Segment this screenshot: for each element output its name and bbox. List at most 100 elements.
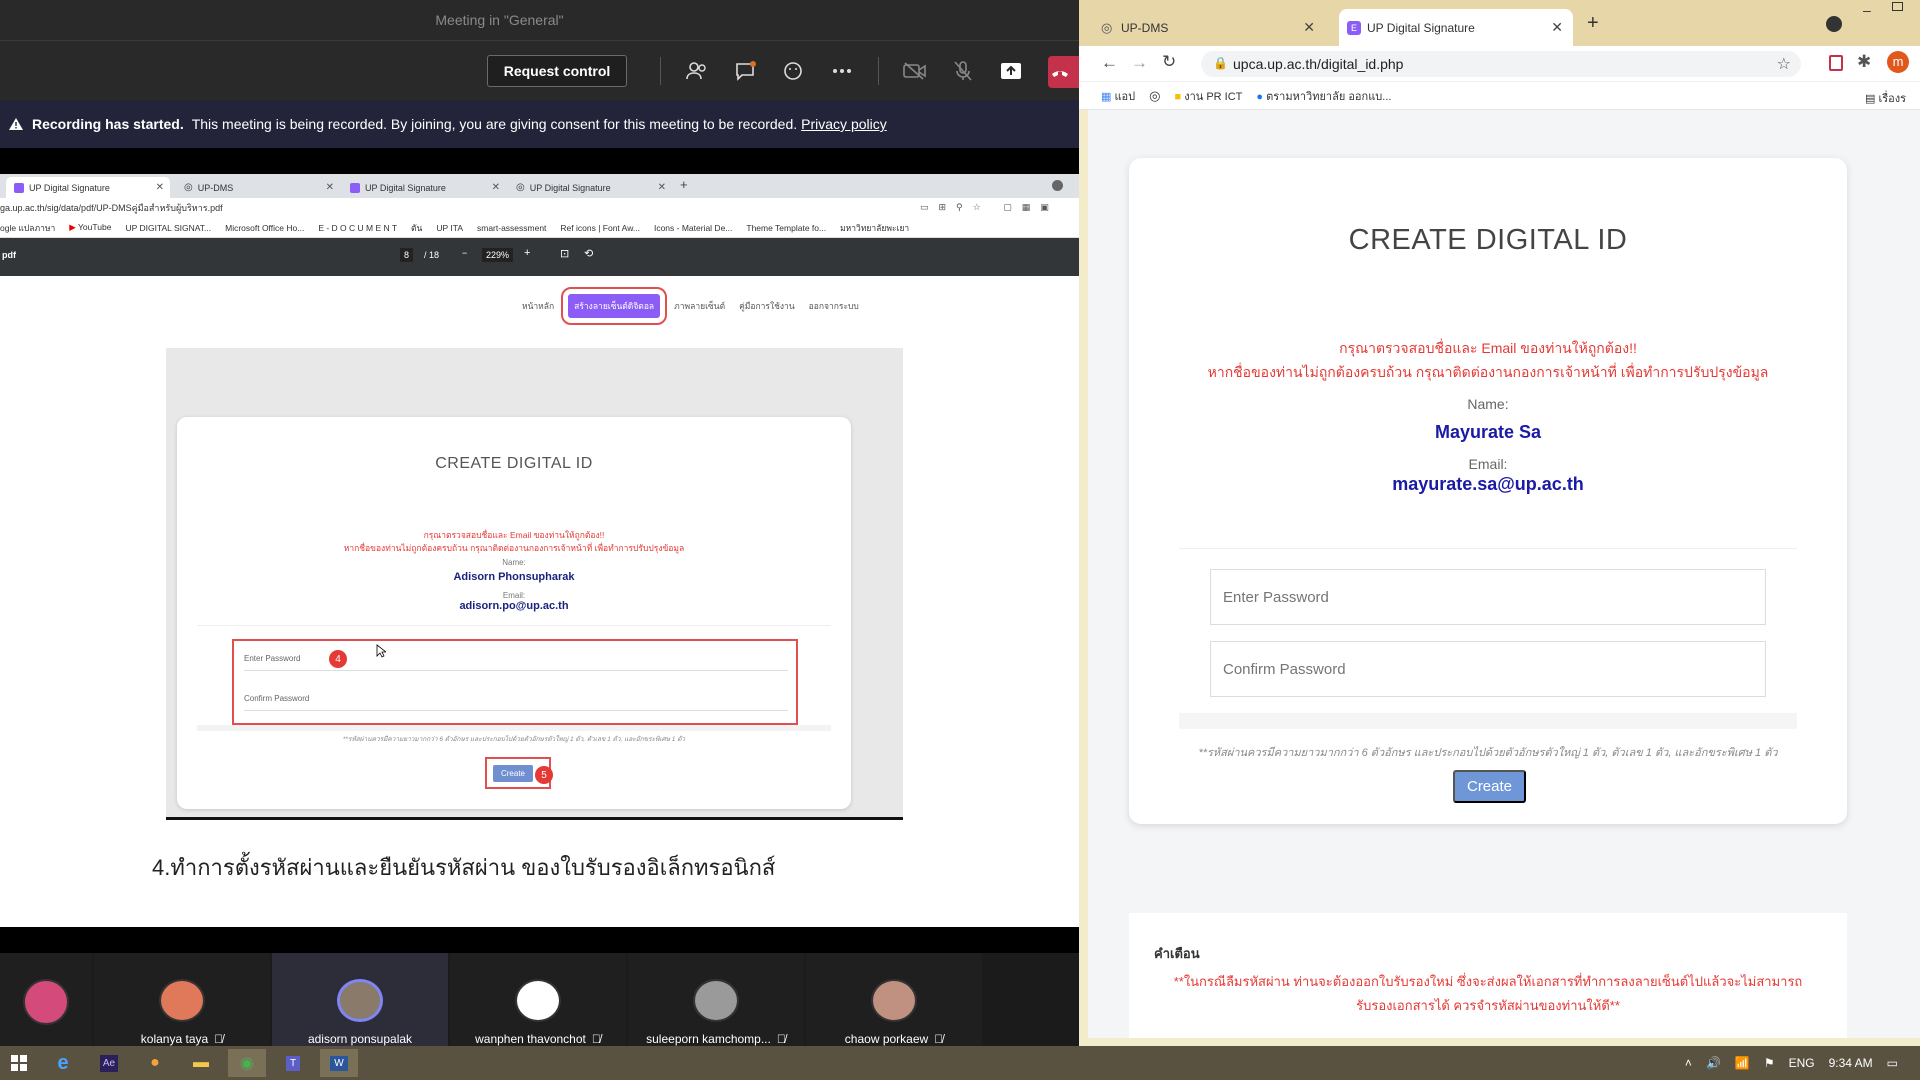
system-tray: ˄ 🔊 📶 ⚑ ENG 9:34 AM ▭ <box>1685 1046 1920 1080</box>
step-badge: 5 <box>535 766 553 784</box>
network-icon[interactable]: 📶 <box>1735 1056 1750 1070</box>
privacy-policy-link[interactable]: Privacy policy <box>801 116 887 132</box>
pdf-email-value: adisorn.po@up.ac.th <box>459 600 569 612</box>
warning-line-1: **ในกรณีลืมรหัสผ่าน ท่านจะต้องออกใบรับรอ… <box>1173 974 1803 989</box>
password-input[interactable] <box>1210 569 1766 625</box>
forward-icon[interactable]: → <box>1131 53 1148 73</box>
camera-off-icon[interactable] <box>900 56 930 86</box>
tray-chevron-icon[interactable]: ˄ <box>1685 1056 1692 1070</box>
participant-name: wanphen thavonchot <box>475 1032 586 1046</box>
flag-icon[interactable]: ⚑ <box>1764 1056 1775 1070</box>
word-icon[interactable]: W <box>320 1049 358 1077</box>
email-label: Email: <box>1468 456 1508 472</box>
bookmark-apps[interactable]: ▦ แอป <box>1101 87 1135 105</box>
participant-tile[interactable]: wanphen thavonchot 🎙̸ <box>450 953 626 1046</box>
lock-icon: 🔒 <box>1213 56 1228 70</box>
participant-tile-speaking[interactable]: adisorn ponsupalak <box>272 953 448 1046</box>
tab-search-icon[interactable] <box>1826 16 1842 32</box>
reactions-icon[interactable] <box>779 56 809 86</box>
globe-icon: ◎ <box>184 182 193 193</box>
create-digital-id-card: CREATE DIGITAL ID กรุณาตรวจสอบชื่อและ Em… <box>1129 158 1847 824</box>
extensions-puzzle-icon[interactable]: ✱ <box>1857 52 1871 72</box>
globe-icon[interactable]: ◎ <box>1149 88 1160 104</box>
teams-window: Meeting in "General" Request control Rec… <box>0 0 1079 1046</box>
reading-list-icon: ▤ <box>1865 93 1876 105</box>
people-icon[interactable] <box>682 56 712 86</box>
mic-muted-icon: 🎙̸ <box>776 1032 786 1046</box>
reload-icon[interactable]: ↻ <box>1162 52 1176 72</box>
request-control-button[interactable]: Request control <box>487 55 627 87</box>
windows-start-icon[interactable] <box>0 1049 38 1077</box>
recording-banner: Recording has started. This meeting is b… <box>0 100 1079 148</box>
clock[interactable]: 9:34 AM <box>1829 1056 1873 1070</box>
more-options-icon[interactable] <box>827 56 857 86</box>
notifications-icon[interactable]: ▭ <box>1887 1056 1898 1070</box>
pdf-password-field: Enter Password 4 <box>244 647 788 671</box>
bookmark-star-icon[interactable]: ☆ <box>1777 54 1791 74</box>
nav-item: ออกจากระบบ <box>808 301 859 311</box>
paint-icon[interactable]: ● <box>136 1049 174 1077</box>
shared-address-bar: ga.up.ac.th/sig/data/pdf/UP-DMSคู่มือสำห… <box>0 198 1079 218</box>
email-value: mayurate.sa@up.ac.th <box>1392 474 1584 494</box>
maximize-icon[interactable] <box>1892 2 1903 11</box>
contact-warning: หากชื่อของท่านไม่ถูกต้องครบถ้วน กรุณาติด… <box>1207 364 1769 380</box>
tab-up-dms[interactable]: ◎ UP-DMS ✕ <box>1093 9 1325 46</box>
bookmark-item: ตัน <box>411 222 423 233</box>
divider <box>197 625 831 626</box>
mic-off-icon[interactable] <box>948 56 978 86</box>
step-badge: 4 <box>329 650 347 668</box>
language-indicator[interactable]: ENG <box>1789 1056 1815 1070</box>
pdf-password-highlight: Enter Password 4 Confirm Password <box>232 639 798 725</box>
close-icon: ✕ <box>491 182 500 193</box>
meeting-title: Meeting in "General" <box>0 0 1079 40</box>
close-tab-icon[interactable]: ✕ <box>1303 19 1315 36</box>
bookmark-item[interactable]: ● ตรามหาวิทยาลัย ออกแบ... <box>1256 87 1391 105</box>
tab-up-digital-signature[interactable]: E UP Digital Signature ✕ <box>1339 9 1573 46</box>
bookmark-item: E - D O C U M E N T <box>318 222 398 233</box>
close-icon: ✕ <box>657 182 666 193</box>
address-bar[interactable]: 🔒 upca.up.ac.th/digital_id.php ☆ <box>1201 51 1801 77</box>
avatar <box>337 979 383 1022</box>
bookmark-item[interactable]: ■ งาน PR ICT <box>1175 87 1243 105</box>
back-icon[interactable]: ← <box>1101 53 1118 73</box>
tab-strip: ◎ UP-DMS ✕ E UP Digital Signature ✕ + – <box>1079 0 1920 46</box>
chrome-icon[interactable]: ◉ <box>228 1049 266 1077</box>
create-button[interactable]: Create <box>1453 770 1526 803</box>
ie-icon[interactable]: e <box>44 1049 82 1077</box>
participant-tile[interactable]: kolanya taya 🎙̸ <box>94 953 270 1046</box>
fit-page-icon: ⊡ <box>560 248 570 260</box>
profile-avatar[interactable]: m <box>1887 51 1909 73</box>
name-value: Mayurate Sa <box>1434 422 1542 442</box>
chat-icon[interactable] <box>731 56 761 86</box>
teams-icon[interactable]: T <box>274 1049 312 1077</box>
avatar-placeholder-icon <box>693 979 739 1022</box>
pdf-email-label: Email: <box>502 591 526 600</box>
extension-icon[interactable] <box>1829 55 1843 71</box>
pdf-warning-2: หากชื่อของท่านไม่ถูกต้องครบถ้วน กรุณาติด… <box>343 543 685 553</box>
toolbar-divider <box>878 57 879 85</box>
participant-tile[interactable]: suleeporn kamchomp... 🎙̸ <box>628 953 804 1046</box>
bookmark-item: Theme Template fo... <box>746 222 827 233</box>
confirm-password-input[interactable] <box>1210 641 1766 697</box>
nav-item: คู่มือการใช้งาน <box>739 301 795 311</box>
nav-item: หน้าหลัก <box>522 301 555 311</box>
pdf-card-title: CREATE DIGITAL ID <box>435 455 593 472</box>
minimize-icon[interactable]: – <box>1863 2 1871 18</box>
volume-icon[interactable]: 🔊 <box>1706 1056 1721 1070</box>
reading-list[interactable]: ▤ เรื่องร <box>1865 89 1906 107</box>
file-explorer-icon[interactable]: ▬ <box>182 1049 220 1077</box>
pdf-create-highlight: Create 5 <box>485 757 553 789</box>
close-tab-icon[interactable]: ✕ <box>1551 19 1563 36</box>
facebook-icon: ● <box>1256 90 1264 103</box>
new-tab-icon[interactable]: + <box>1587 12 1599 35</box>
shared-url-text: ga.up.ac.th/sig/data/pdf/UP-DMSคู่มือสำห… <box>0 203 223 213</box>
participant-tile[interactable] <box>0 953 92 1046</box>
after-effects-icon[interactable]: Ae <box>90 1049 128 1077</box>
participant-tile[interactable]: chaow porkaew 🎙̸ <box>806 953 982 1046</box>
pdf-warning-1: กรุณาตรวจสอบชื่อและ Email ของท่านให้ถูกต… <box>423 530 605 540</box>
folder-icon: ■ <box>1174 90 1182 103</box>
mic-muted-icon: 🎙̸ <box>214 1032 224 1046</box>
hangup-button[interactable] <box>1048 56 1079 88</box>
shared-tab: UP Digital Signature ✕ <box>6 177 170 198</box>
share-screen-icon[interactable] <box>996 56 1026 86</box>
